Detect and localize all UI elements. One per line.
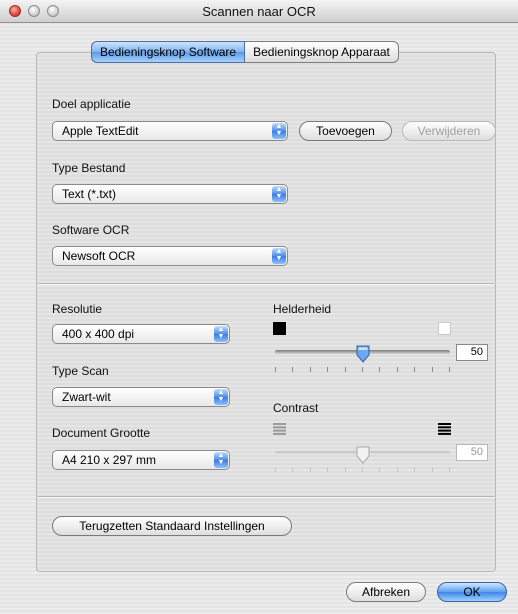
slider-tick <box>345 467 346 472</box>
popup-arrows-icon: ▲ ▼ <box>272 123 286 139</box>
tab-software-button[interactable]: Bedieningsknop Software <box>91 41 246 63</box>
contrast-slider-thumb[interactable] <box>356 446 370 464</box>
slider-tick <box>432 467 433 472</box>
ocr-software-select[interactable]: Newsoft OCR ▲ ▼ <box>52 246 288 266</box>
target-app-select[interactable]: Apple TextEdit ▲ ▼ <box>52 121 288 141</box>
document-size-value: A4 210 x 297 mm <box>62 453 157 467</box>
ocr-software-value: Newsoft OCR <box>62 249 136 263</box>
high-contrast-icon <box>438 423 451 435</box>
brightness-slider-thumb[interactable] <box>356 345 370 363</box>
popup-arrows-icon: ▲ ▼ <box>214 389 228 405</box>
brightness-label: Helderheid <box>273 302 332 316</box>
slider-tick <box>397 467 398 472</box>
file-type-label: Type Bestand <box>52 161 126 175</box>
add-button[interactable]: Toevoegen <box>299 121 392 141</box>
tab-bar: Bedieningsknop Software Bedieningsknop A… <box>91 41 399 63</box>
separator-top <box>38 283 494 285</box>
target-app-value: Apple TextEdit <box>62 124 139 138</box>
slider-tick <box>345 367 346 372</box>
slider-tick <box>362 367 363 372</box>
slider-tick <box>449 367 450 372</box>
popup-arrows-icon: ▲ ▼ <box>214 326 228 342</box>
scan-type-value: Zwart-wit <box>62 390 111 404</box>
ok-button[interactable]: OK <box>437 582 507 602</box>
title-bar: Scannen naar OCR <box>0 0 518 23</box>
slider-tick <box>362 467 363 472</box>
slider-tick <box>432 367 433 372</box>
ocr-software-label: Software OCR <box>52 223 130 237</box>
slider-tick <box>292 467 293 472</box>
slider-tick <box>449 467 450 472</box>
separator-bottom <box>38 496 494 498</box>
slider-tick <box>327 467 328 472</box>
remove-button[interactable]: Verwijderen <box>402 121 496 141</box>
contrast-label: Contrast <box>273 401 319 415</box>
scan-type-select[interactable]: Zwart-wit ▲ ▼ <box>52 387 230 407</box>
low-contrast-icon <box>273 423 286 435</box>
slider-tick <box>414 467 415 472</box>
slider-tick <box>379 467 380 472</box>
ocr-dialog-window: Scannen naar OCR Bedieningsknop Software… <box>0 0 518 614</box>
document-size-label: Document Grootte <box>52 426 151 440</box>
slider-tick <box>310 367 311 372</box>
window-title: Scannen naar OCR <box>202 4 316 19</box>
scan-type-label: Type Scan <box>52 364 109 378</box>
resolution-value: 400 x 400 dpi <box>62 327 135 341</box>
slider-tick <box>414 367 415 372</box>
dark-swatch-icon <box>273 322 286 335</box>
popup-arrows-icon: ▲ ▼ <box>214 452 228 468</box>
popup-arrows-icon: ▲ ▼ <box>272 186 286 202</box>
file-type-select[interactable]: Text (*.txt) ▲ ▼ <box>52 184 288 204</box>
cancel-button[interactable]: Afbreken <box>346 582 426 602</box>
slider-tick <box>397 367 398 372</box>
file-type-value: Text (*.txt) <box>62 187 117 201</box>
reset-defaults-button[interactable]: Terugzetten Standaard Instellingen <box>52 516 292 536</box>
slider-tick <box>327 367 328 372</box>
light-swatch-icon <box>438 322 451 335</box>
tab-device-button[interactable]: Bedieningsknop Apparaat <box>245 41 399 63</box>
slider-tick <box>275 367 276 372</box>
resolution-select[interactable]: 400 x 400 dpi ▲ ▼ <box>52 324 230 344</box>
brightness-value-field[interactable]: 50 <box>456 344 488 361</box>
contrast-value-field[interactable]: 50 <box>456 444 488 461</box>
slider-tick <box>310 467 311 472</box>
brightness-ticks <box>275 367 450 373</box>
resolution-label: Resolutie <box>52 302 103 316</box>
slider-tick <box>292 367 293 372</box>
target-app-label: Doel applicatie <box>52 97 131 111</box>
slider-tick <box>275 467 276 472</box>
document-size-select[interactable]: A4 210 x 297 mm ▲ ▼ <box>52 450 230 470</box>
slider-tick <box>379 367 380 372</box>
popup-arrows-icon: ▲ ▼ <box>272 248 286 264</box>
contrast-ticks <box>275 467 450 473</box>
